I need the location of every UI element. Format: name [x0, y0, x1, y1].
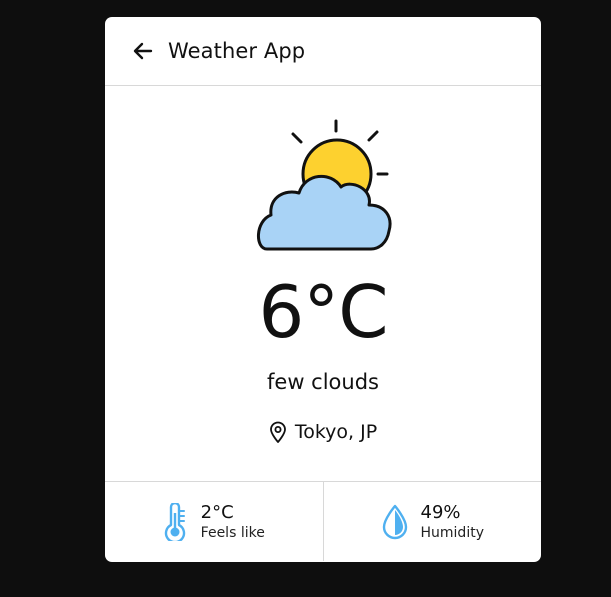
- feels-like-label: Feels like: [200, 524, 265, 541]
- map-pin-icon: [269, 421, 286, 443]
- back-button[interactable]: [132, 40, 154, 62]
- app-header: Weather App: [105, 17, 541, 86]
- thermometer-icon: [164, 502, 185, 541]
- current-weather: 6°C few clouds Tokyo, JP: [105, 86, 541, 482]
- location: Tokyo, JP: [105, 421, 541, 443]
- humidity-stat: 49% Humidity: [324, 482, 542, 561]
- weather-card: Weather App 6°C few clouds Tokyo, JP 2°C…: [105, 17, 541, 562]
- arrow-left-icon: [133, 42, 153, 60]
- temperature: 6°C: [258, 270, 388, 354]
- feels-like-text: 2°C Feels like: [201, 502, 265, 542]
- humidity-text: 49% Humidity: [421, 502, 484, 542]
- partly-cloudy-icon: [257, 119, 392, 251]
- weather-description: few clouds: [267, 370, 379, 394]
- humidity-value: 49%: [420, 501, 461, 523]
- weather-stats: 2°C Feels like 49% Humidity: [105, 482, 541, 561]
- feels-like-stat: 2°C Feels like: [105, 482, 324, 561]
- feels-like-value: 2°C: [200, 501, 234, 523]
- location-label: Tokyo, JP: [294, 421, 378, 443]
- humidity-label: Humidity: [420, 524, 484, 541]
- water-drop-icon: [382, 504, 407, 539]
- page-title: Weather App: [168, 39, 306, 63]
